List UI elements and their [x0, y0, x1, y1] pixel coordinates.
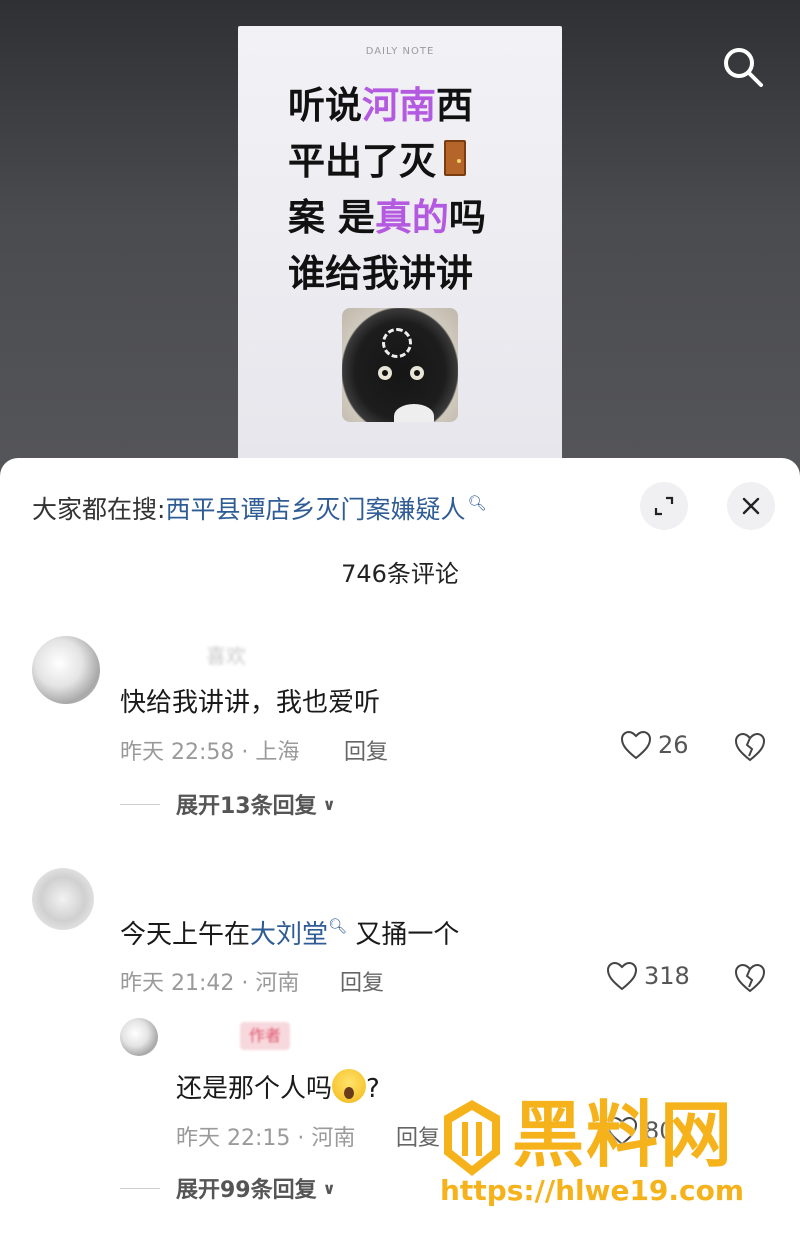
broken-heart-icon[interactable]	[734, 732, 766, 762]
expand-replies-label: 展开13条回复	[176, 794, 317, 819]
trending-label: 大家都在搜:	[32, 495, 166, 524]
trending-search[interactable]: 大家都在搜:西平县谭店乡灭门案嫌疑人 🔍︎	[32, 490, 487, 526]
broken-heart-icon[interactable]	[734, 963, 766, 993]
expand-button[interactable]	[640, 482, 688, 530]
reply-meta: 昨天 22:15 · 河南	[176, 1126, 356, 1151]
cat-chest	[394, 404, 434, 422]
search-icon: 🔍︎	[328, 917, 348, 935]
watermark-logo-icon	[444, 1100, 500, 1176]
comment-text: 快给我讲讲，我也爱听	[120, 688, 381, 718]
video-preview[interactable]: DAILY NOTE 听说河南西 平出了灭 案 是真的吗 谁给我讲讲	[0, 0, 800, 480]
watermark-url: https://hlwe19.com	[440, 1174, 745, 1207]
scream-emoji-icon	[332, 1069, 367, 1103]
reply-avatar[interactable]	[120, 1018, 158, 1056]
door-icon	[444, 140, 466, 176]
divider-line	[120, 1187, 160, 1189]
like-count: 26	[658, 731, 689, 759]
author-badge: 作者	[240, 1022, 290, 1050]
cat-eye	[378, 366, 392, 380]
trending-query-link[interactable]: 西平县谭店乡灭门案嫌疑人	[165, 495, 465, 524]
chevron-down-icon: ∨	[322, 794, 336, 814]
comment-count: 746条评论	[341, 560, 459, 588]
reply-button[interactable]: 回复	[340, 965, 384, 997]
cat-eye	[410, 366, 424, 380]
expand-replies-button[interactable]: 展开13条回复 ∨	[120, 788, 336, 820]
loading-spinner-icon	[382, 328, 412, 358]
reply-text: 还是那个人吗?	[176, 1068, 380, 1105]
expand-replies-label: 展开99条回复	[176, 1178, 317, 1203]
like-count: 318	[644, 962, 690, 990]
cat-image	[342, 308, 458, 422]
comment-username[interactable]: 喜欢	[206, 640, 246, 669]
hashtag-link[interactable]: 大刘堂	[250, 920, 328, 950]
search-button[interactable]	[720, 44, 766, 90]
watermark-title: 黑料网	[512, 1093, 735, 1177]
like-button[interactable]: 318	[606, 961, 690, 991]
avatar[interactable]	[32, 868, 94, 930]
note-line-2: 平出了灭	[288, 134, 548, 190]
expand-replies-button[interactable]: 展开99条回复 ∨	[120, 1172, 336, 1204]
like-button[interactable]: 26	[620, 730, 689, 760]
comment-text: 今天上午在大刘堂🔍︎ 又捅一个	[120, 917, 460, 950]
note-line-1: 听说河南西	[288, 84, 473, 127]
search-icon	[724, 48, 763, 87]
note-card: DAILY NOTE 听说河南西 平出了灭 案 是真的吗 谁给我讲讲	[238, 26, 562, 466]
note-line-3: 案 是真的吗	[288, 196, 486, 239]
avatar[interactable]	[32, 636, 100, 704]
reply-button[interactable]: 回复	[344, 734, 388, 766]
note-text: 听说河南西 平出了灭 案 是真的吗 谁给我讲讲	[288, 78, 548, 302]
divider-line	[120, 803, 160, 805]
close-icon	[742, 497, 760, 515]
comment-meta: 昨天 22:58 · 上海	[120, 740, 300, 765]
comment-meta: 昨天 21:42 · 河南	[120, 971, 300, 996]
note-header: DAILY NOTE	[365, 46, 435, 57]
reply-button[interactable]: 回复	[396, 1120, 440, 1152]
heart-icon	[606, 961, 638, 991]
search-icon: 🔍︎	[467, 494, 487, 512]
chevron-down-icon: ∨	[322, 1178, 336, 1198]
note-line-4: 谁给我讲讲	[288, 252, 473, 295]
heart-icon	[620, 730, 652, 760]
expand-icon	[654, 496, 674, 516]
close-button[interactable]	[727, 482, 775, 530]
